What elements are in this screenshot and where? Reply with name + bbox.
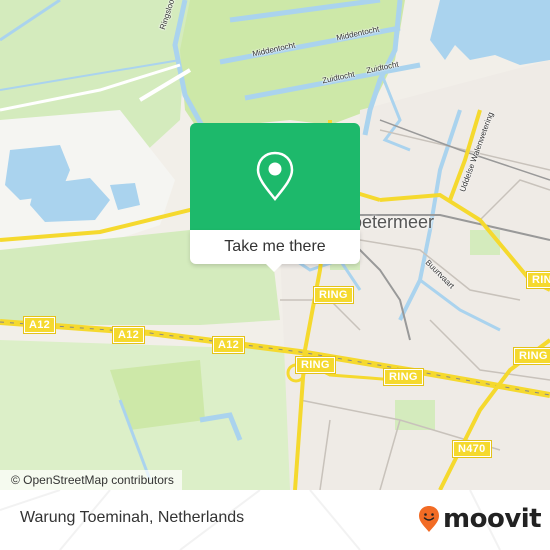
osm-attribution[interactable]: © OpenStreetMap contributors	[0, 470, 182, 490]
popup-header	[190, 123, 360, 230]
map-pin-icon	[256, 151, 294, 201]
moovit-logo[interactable]: moovit	[418, 504, 542, 534]
road-shield-ring: RING	[513, 347, 550, 365]
road-shield-ring: RING	[383, 368, 424, 386]
road-shield-ring: RING	[526, 271, 550, 289]
moovit-wordmark: moovit	[443, 504, 542, 534]
footer-bar: Warung Toeminah, Netherlands moovit	[0, 490, 550, 550]
lake	[430, 0, 550, 65]
map-view[interactable]: Ringsloot Middentocht Middentocht Zuidto…	[0, 0, 550, 490]
road-shield-ring: RING	[313, 286, 354, 304]
road-shield-a12: A12	[111, 326, 146, 344]
road-shield-ring: RING	[295, 356, 336, 374]
road-shield-n470: N470	[452, 440, 492, 458]
park-patch	[470, 230, 500, 255]
road-shield-a12: A12	[22, 316, 57, 334]
park-patch	[395, 400, 435, 430]
popup-pointer	[266, 264, 282, 272]
take-me-there-button[interactable]: Take me there	[190, 230, 360, 264]
road-shield-a12: A12	[211, 336, 246, 354]
location-popup: Take me there	[190, 123, 360, 272]
moovit-pin-icon	[419, 506, 439, 532]
place-name: Warung Toeminah, Netherlands	[20, 509, 245, 526]
